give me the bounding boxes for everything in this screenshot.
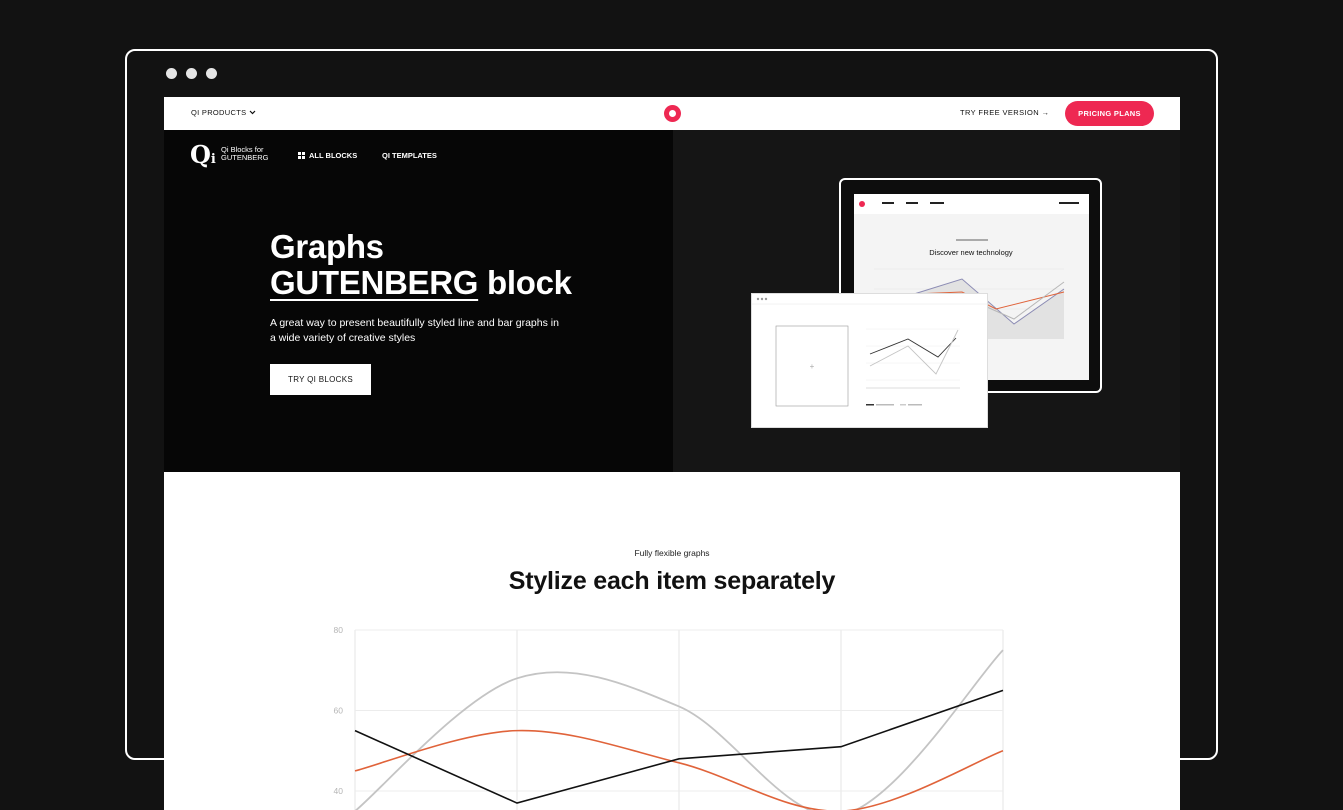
brand-name[interactable]: Qi Blocks for GUTENBERG: [221, 146, 269, 162]
window-mockup-illustration: +: [752, 297, 989, 407]
y-tick-label: 60: [334, 706, 344, 716]
website-viewport: QI PRODUCTS TRY FREE VERSION → PRICING P…: [164, 97, 1180, 810]
hero-title: Graphs GUTENBERG block: [270, 229, 572, 301]
y-tick-label: 40: [334, 786, 344, 796]
pricing-plans-button[interactable]: PRICING PLANS: [1065, 101, 1154, 126]
window-dot-icon[interactable]: [206, 68, 217, 79]
line-chart: 80 60 40: [334, 625, 1004, 810]
window-dot-icon[interactable]: [166, 68, 177, 79]
chevron-down-icon: [249, 110, 256, 115]
svg-text:+: +: [810, 362, 815, 371]
brand-line-2: GUTENBERG: [221, 153, 269, 162]
all-blocks-label: ALL BLOCKS: [309, 151, 358, 160]
hero-left-panel: Qi Qi Blocks for GUTENBERG ALL BLOCKS QI…: [164, 130, 673, 472]
browser-window-mockup: +: [751, 293, 989, 428]
section-eyebrow: Fully flexible graphs: [634, 548, 710, 558]
qi-templates-link[interactable]: QI TEMPLATES: [382, 151, 437, 160]
section-title: Stylize each item separately: [508, 567, 836, 595]
try-free-version-link[interactable]: TRY FREE VERSION →: [960, 108, 1049, 117]
try-qi-blocks-button[interactable]: TRY QI BLOCKS: [270, 364, 371, 395]
grid-icon: [298, 152, 305, 159]
qi-products-label: QI PRODUCTS: [191, 108, 247, 117]
hero-title-line-1: Graphs: [270, 228, 384, 265]
qi-brand-logo-icon[interactable]: Qi: [190, 141, 218, 169]
hero-subtitle: A great way to present beautifully style…: [270, 317, 559, 344]
hero-title-underlined: GUTENBERG: [270, 264, 479, 301]
window-controls: [166, 68, 217, 79]
all-blocks-link[interactable]: ALL BLOCKS: [298, 151, 357, 160]
qi-logo-icon[interactable]: [664, 105, 681, 122]
y-tick-label: 80: [334, 625, 344, 635]
tablet-heading: Discover new technology: [929, 248, 1013, 257]
window-dot-icon[interactable]: [186, 68, 197, 79]
hero-title-rest: block: [478, 264, 572, 301]
top-navigation: QI PRODUCTS TRY FREE VERSION → PRICING P…: [164, 97, 1180, 130]
qi-products-menu[interactable]: QI PRODUCTS: [191, 108, 256, 117]
